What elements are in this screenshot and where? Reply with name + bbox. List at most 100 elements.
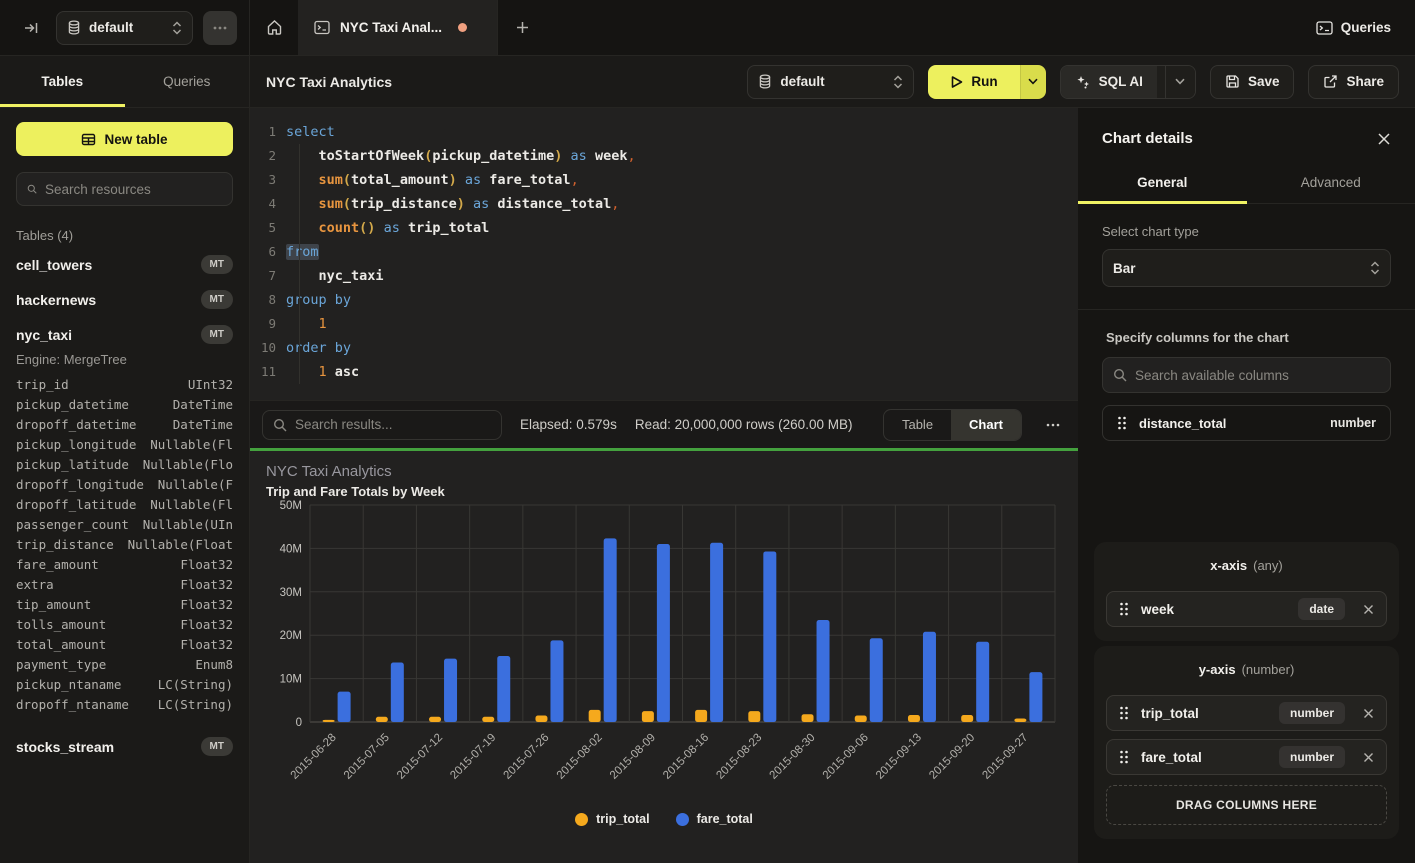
results-search-input[interactable] — [295, 417, 491, 432]
line-number: 3 — [250, 168, 286, 192]
fare_total-bar[interactable] — [1029, 672, 1042, 722]
sidebar-tab-tables[interactable]: Tables — [0, 56, 125, 107]
save-button[interactable]: Save — [1210, 65, 1295, 99]
code-line[interactable]: 5 count() as trip_total — [250, 216, 1078, 240]
table-list: cell_towersMThackernewsMTnyc_taxiMTEngin… — [16, 247, 233, 764]
new-tab-button[interactable] — [498, 0, 546, 55]
fare_total-bar[interactable] — [710, 543, 723, 722]
resource-search[interactable] — [16, 172, 233, 206]
fare_total-bar[interactable] — [976, 642, 989, 722]
fare_total-bar[interactable] — [817, 620, 830, 722]
sidebar-tab-queries[interactable]: Queries — [125, 56, 250, 107]
code-line[interactable]: 3 sum(total_amount) as fare_total, — [250, 168, 1078, 192]
y-tick-label: 0 — [296, 717, 302, 729]
sql-ai-button[interactable]: SQL AI — [1061, 66, 1157, 98]
table-row[interactable]: nyc_taxiMT — [16, 317, 233, 352]
view-toggle-table[interactable]: Table — [884, 410, 951, 440]
code-line[interactable]: 4 sum(trip_distance) as distance_total, — [250, 192, 1078, 216]
close-panel-button[interactable] — [1377, 132, 1391, 146]
trip_total-bar[interactable] — [429, 717, 441, 722]
remove-column-button[interactable] — [1363, 752, 1374, 763]
trip_total-bar[interactable] — [748, 711, 760, 722]
code-line[interactable]: 7 nyc_taxi — [250, 264, 1078, 288]
search-icon — [273, 418, 287, 432]
code-line[interactable]: 8group by — [250, 288, 1078, 312]
column-type: Nullable(Fl — [150, 435, 233, 455]
fare_total-bar[interactable] — [604, 538, 617, 722]
fare_total-bar[interactable] — [763, 551, 776, 722]
column-name: fare_amount — [16, 555, 99, 575]
column-search-input[interactable] — [1135, 368, 1380, 383]
axis-chip-name: week — [1141, 602, 1286, 617]
run-database-selector[interactable]: default — [747, 65, 914, 99]
table-row[interactable]: hackernewsMT — [16, 282, 233, 317]
table-row[interactable]: cell_towersMT — [16, 247, 233, 282]
fare_total-bar[interactable] — [923, 632, 936, 722]
fare_total-bar[interactable] — [870, 638, 883, 722]
panel-tab-general[interactable]: General — [1078, 163, 1247, 203]
sidebar: New table Tables (4) cell_towersMThacker… — [0, 108, 250, 863]
results-search[interactable] — [262, 410, 502, 440]
code-text: nyc_taxi — [286, 264, 384, 288]
trip_total-bar[interactable] — [802, 714, 814, 722]
code-line[interactable]: 10order by — [250, 336, 1078, 360]
home-button[interactable] — [250, 0, 298, 55]
code-line[interactable]: 9 1 — [250, 312, 1078, 336]
sidebar-more-button[interactable] — [203, 11, 237, 45]
collapse-sidebar-button[interactable] — [16, 13, 46, 43]
remove-column-button[interactable] — [1363, 604, 1374, 615]
columns-section: Specify columns for the chart distance_t… — [1102, 310, 1391, 441]
y-tick-label: 40M — [280, 543, 302, 555]
line-number: 5 — [250, 216, 286, 240]
code-line[interactable]: 11 1 asc — [250, 360, 1078, 384]
fare_total-bar[interactable] — [657, 544, 670, 722]
results-more-button[interactable] — [1040, 423, 1066, 427]
column-type: LC(String) — [158, 675, 233, 695]
resource-search-input[interactable] — [45, 182, 222, 197]
panel-tab-advanced[interactable]: Advanced — [1247, 163, 1415, 203]
chart-type-selector[interactable]: Bar — [1102, 249, 1391, 287]
trip_total-bar[interactable] — [323, 720, 335, 722]
trip_total-bar[interactable] — [855, 715, 867, 722]
share-button[interactable]: Share — [1308, 65, 1399, 99]
drop-zone[interactable]: DRAG COLUMNS HERE — [1106, 785, 1387, 825]
fare_total-bar[interactable] — [338, 692, 351, 722]
tab-nyc-taxi-analytics[interactable]: NYC Taxi Anal... — [298, 0, 498, 55]
y-tick-label: 20M — [280, 630, 302, 642]
fare_total-bar[interactable] — [391, 663, 404, 722]
table-row[interactable]: stocks_streamMT — [16, 729, 233, 764]
trip_total-bar[interactable] — [482, 717, 494, 722]
database-selector[interactable]: default — [56, 11, 193, 45]
new-table-button[interactable]: New table — [16, 122, 233, 156]
trip_total-bar[interactable] — [695, 710, 707, 722]
axis-column-chip[interactable]: weekdate — [1106, 591, 1387, 627]
sql-ai-options-button[interactable] — [1165, 66, 1195, 98]
run-button[interactable]: Run — [928, 65, 1019, 99]
code-line[interactable]: 1select — [250, 120, 1078, 144]
sql-editor[interactable]: 1select2 toStartOfWeek(pickup_datetime) … — [250, 108, 1078, 400]
code-line[interactable]: 6from — [250, 240, 1078, 264]
remove-column-button[interactable] — [1363, 708, 1374, 719]
legend-item-trip_total[interactable]: trip_total — [575, 812, 649, 826]
fare_total-bar[interactable] — [550, 640, 563, 722]
x-tick-label: 2015-07-12 — [395, 732, 445, 782]
trip_total-bar[interactable] — [908, 715, 920, 722]
fare_total-bar[interactable] — [497, 656, 510, 722]
view-toggle-chart[interactable]: Chart — [951, 410, 1021, 440]
column-name: pickup_datetime — [16, 395, 129, 415]
trip_total-bar[interactable] — [1014, 719, 1026, 722]
axis-column-chip[interactable]: trip_totalnumber — [1106, 695, 1387, 731]
axis-column-chip[interactable]: fare_totalnumber — [1106, 739, 1387, 775]
code-line[interactable]: 2 toStartOfWeek(pickup_datetime) as week… — [250, 144, 1078, 168]
trip_total-bar[interactable] — [961, 715, 973, 722]
legend-item-fare_total[interactable]: fare_total — [676, 812, 753, 826]
column-search[interactable] — [1102, 357, 1391, 393]
queries-link[interactable]: Queries — [1316, 0, 1415, 55]
trip_total-bar[interactable] — [535, 715, 547, 722]
trip_total-bar[interactable] — [376, 717, 388, 722]
trip_total-bar[interactable] — [589, 710, 601, 722]
run-options-button[interactable] — [1020, 65, 1046, 99]
available-column-chip[interactable]: distance_totalnumber — [1102, 405, 1391, 441]
fare_total-bar[interactable] — [444, 659, 457, 722]
trip_total-bar[interactable] — [642, 711, 654, 722]
